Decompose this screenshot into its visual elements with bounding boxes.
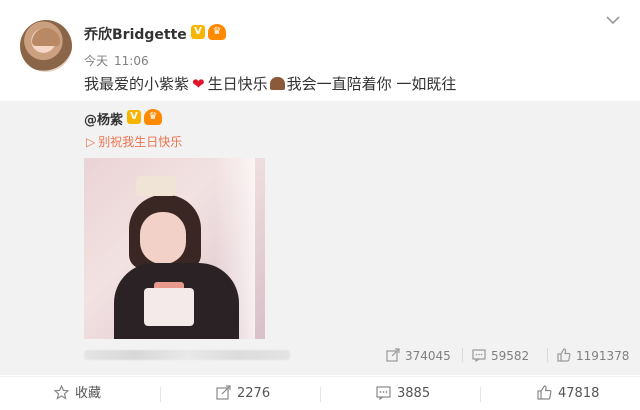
repost-video-link[interactable]: ▷ 别祝我生日快乐: [86, 133, 182, 150]
heart-emoji-icon: ❤: [192, 75, 205, 93]
post-text-part-3: 我会一直陪着你 一如既往: [286, 75, 457, 93]
repost-link-label: 别祝我生日快乐: [98, 135, 183, 149]
reposted-content: @杨紫 V ♛ ▷ 别祝我生日快乐 374045 59582 1191378: [0, 101, 640, 375]
author-avatar[interactable]: [20, 20, 72, 72]
verified-badge-icon[interactable]: V: [191, 25, 205, 39]
action-bar: 收藏 2276 3885 47818: [0, 376, 640, 410]
post-content: 我最爱的小紫紫 ❤ 生日快乐 我会一直陪着你 一如既往: [84, 73, 456, 94]
repost-photo[interactable]: [84, 158, 265, 339]
cake-emoji-icon: [269, 77, 285, 90]
thumbs-up-icon: [557, 348, 571, 362]
more-options-chevron-icon[interactable]: [606, 14, 620, 25]
share-count: 2276: [237, 386, 271, 401]
repost-crown-icon[interactable]: ♛: [144, 109, 162, 125]
repost-comment-value: 59582: [491, 349, 530, 363]
like-button[interactable]: 47818: [537, 377, 599, 410]
comment-icon: [472, 348, 486, 363]
post-text-part-1: 我最爱的小紫紫: [84, 75, 190, 93]
post-text-part-2: 生日快乐: [207, 75, 268, 93]
timestamp-time: 11:06: [114, 54, 149, 68]
share-button[interactable]: 2276: [216, 377, 270, 410]
play-icon: ▷: [86, 135, 96, 149]
comment-icon: [376, 380, 391, 401]
favorite-button[interactable]: 收藏: [53, 377, 102, 410]
repost-share-count[interactable]: 374045: [386, 348, 451, 363]
blurred-source-text: [84, 350, 290, 360]
thumbs-up-icon: [537, 380, 552, 400]
share-icon: [386, 348, 400, 362]
repost-author-name[interactable]: @杨紫: [84, 109, 123, 128]
repost-share-value: 374045: [405, 349, 451, 363]
share-icon: [216, 380, 231, 400]
weibo-post: 乔欣Bridgette V ♛ 今天 11:06 我最爱的小紫紫 ❤ 生日快乐 我会一直…: [0, 0, 640, 410]
author-name[interactable]: 乔欣Bridgette: [84, 24, 187, 44]
comment-count: 3885: [397, 386, 431, 401]
repost-like-count[interactable]: 1191378: [557, 348, 629, 363]
repost-verified-badge-icon[interactable]: V: [127, 110, 141, 124]
timestamp-day: 今天: [84, 54, 109, 68]
like-count: 47818: [558, 386, 600, 401]
post-timestamp[interactable]: 今天 11:06: [84, 52, 155, 69]
favorite-label: 收藏: [75, 386, 102, 401]
repost-comment-count[interactable]: 59582: [472, 348, 529, 363]
star-icon: [53, 380, 70, 400]
member-crown-icon[interactable]: ♛: [208, 24, 226, 40]
comment-button[interactable]: 3885: [376, 377, 430, 410]
repost-like-value: 1191378: [576, 349, 630, 363]
